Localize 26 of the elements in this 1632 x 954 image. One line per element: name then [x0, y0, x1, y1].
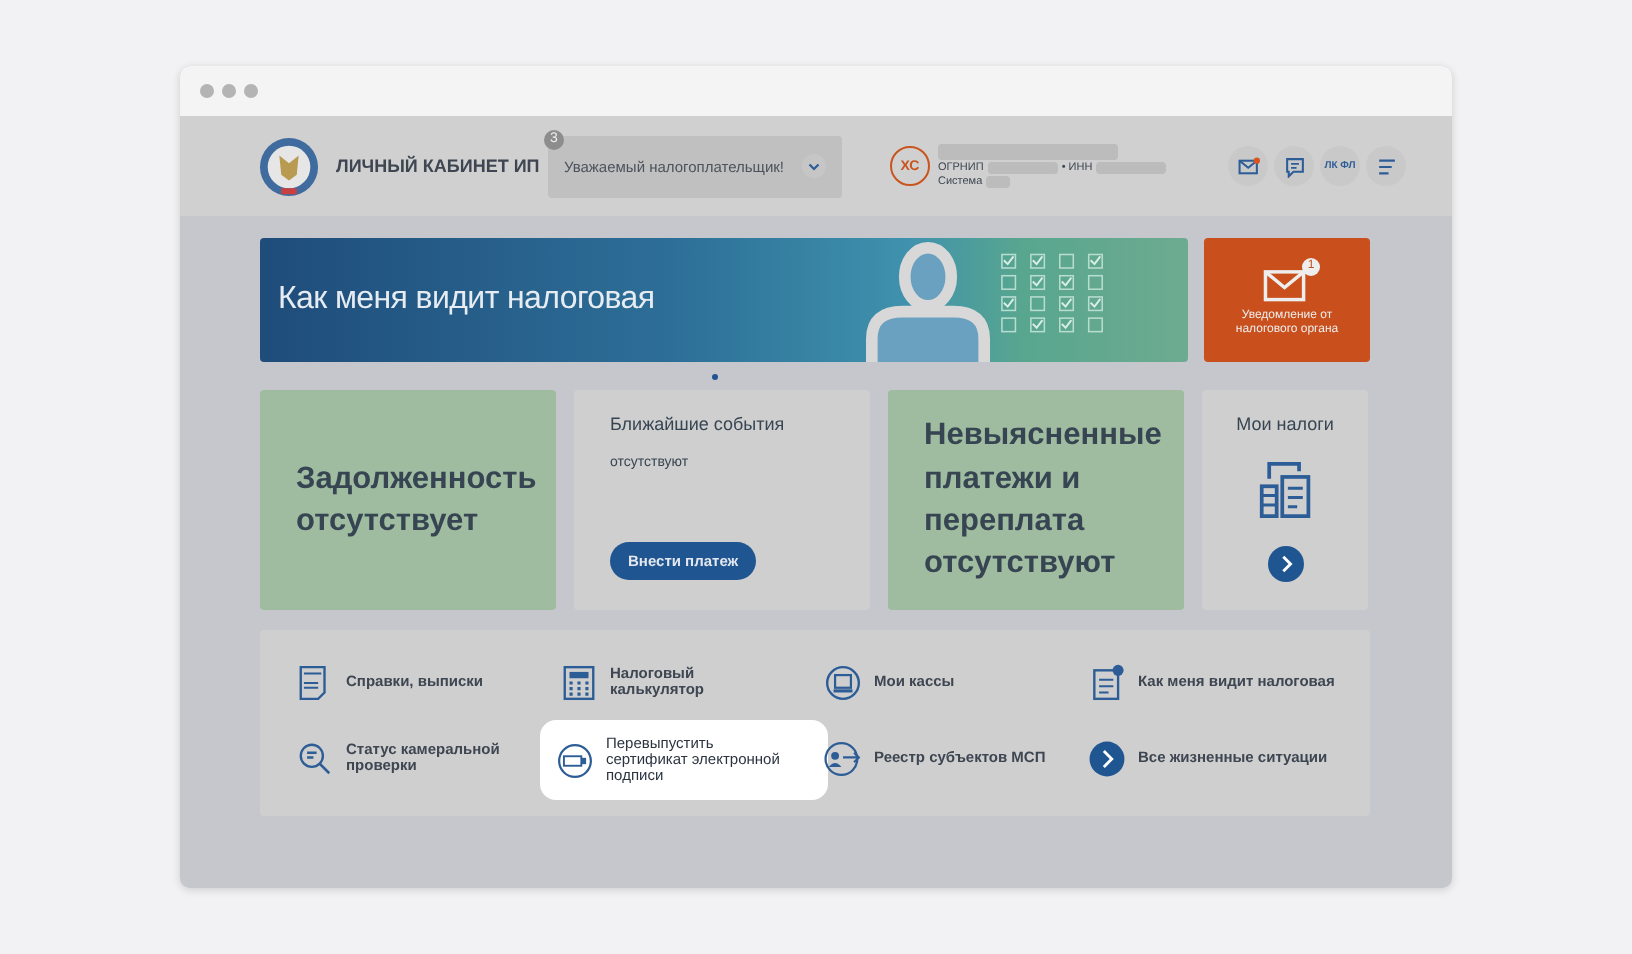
status-text: Задолженность отсутствует: [296, 459, 537, 542]
menu-button[interactable]: [1366, 146, 1406, 186]
person-silhouette-icon: [860, 238, 996, 362]
chevron-right-icon: [1088, 739, 1126, 777]
carousel-dot[interactable]: [712, 373, 718, 379]
magnifier-icon: [296, 739, 334, 777]
emblem-logo-icon: [258, 135, 320, 197]
chat-button[interactable]: [1274, 146, 1314, 186]
clipboard-icon: [1088, 663, 1126, 701]
chevron-right-button[interactable]: [1267, 546, 1303, 582]
card-title: Мои налоги: [1236, 414, 1334, 434]
site-title: ЛИЧНЫЙ КАБИНЕТ ИП: [336, 156, 542, 176]
card-title: Ближайшие события: [610, 414, 787, 434]
card-icon: [556, 741, 594, 779]
mail-icon: [1237, 155, 1259, 177]
taxes-card[interactable]: Мои налоги: [1202, 390, 1368, 610]
checklist-drawing: [1000, 252, 1108, 338]
status-text: Невыясненные платежи и переплата отсутствуют: [924, 416, 1162, 585]
documents-icon: [1257, 460, 1313, 520]
mail-button[interactable]: [1228, 146, 1268, 186]
cash-register-icon: [824, 663, 862, 701]
chat-icon: [1283, 155, 1305, 177]
caret-icon: [802, 154, 826, 178]
menu-icon: [1375, 155, 1397, 177]
banner[interactable]: Как меня видит налоговая: [260, 238, 1188, 362]
calculator-icon: [560, 663, 598, 701]
